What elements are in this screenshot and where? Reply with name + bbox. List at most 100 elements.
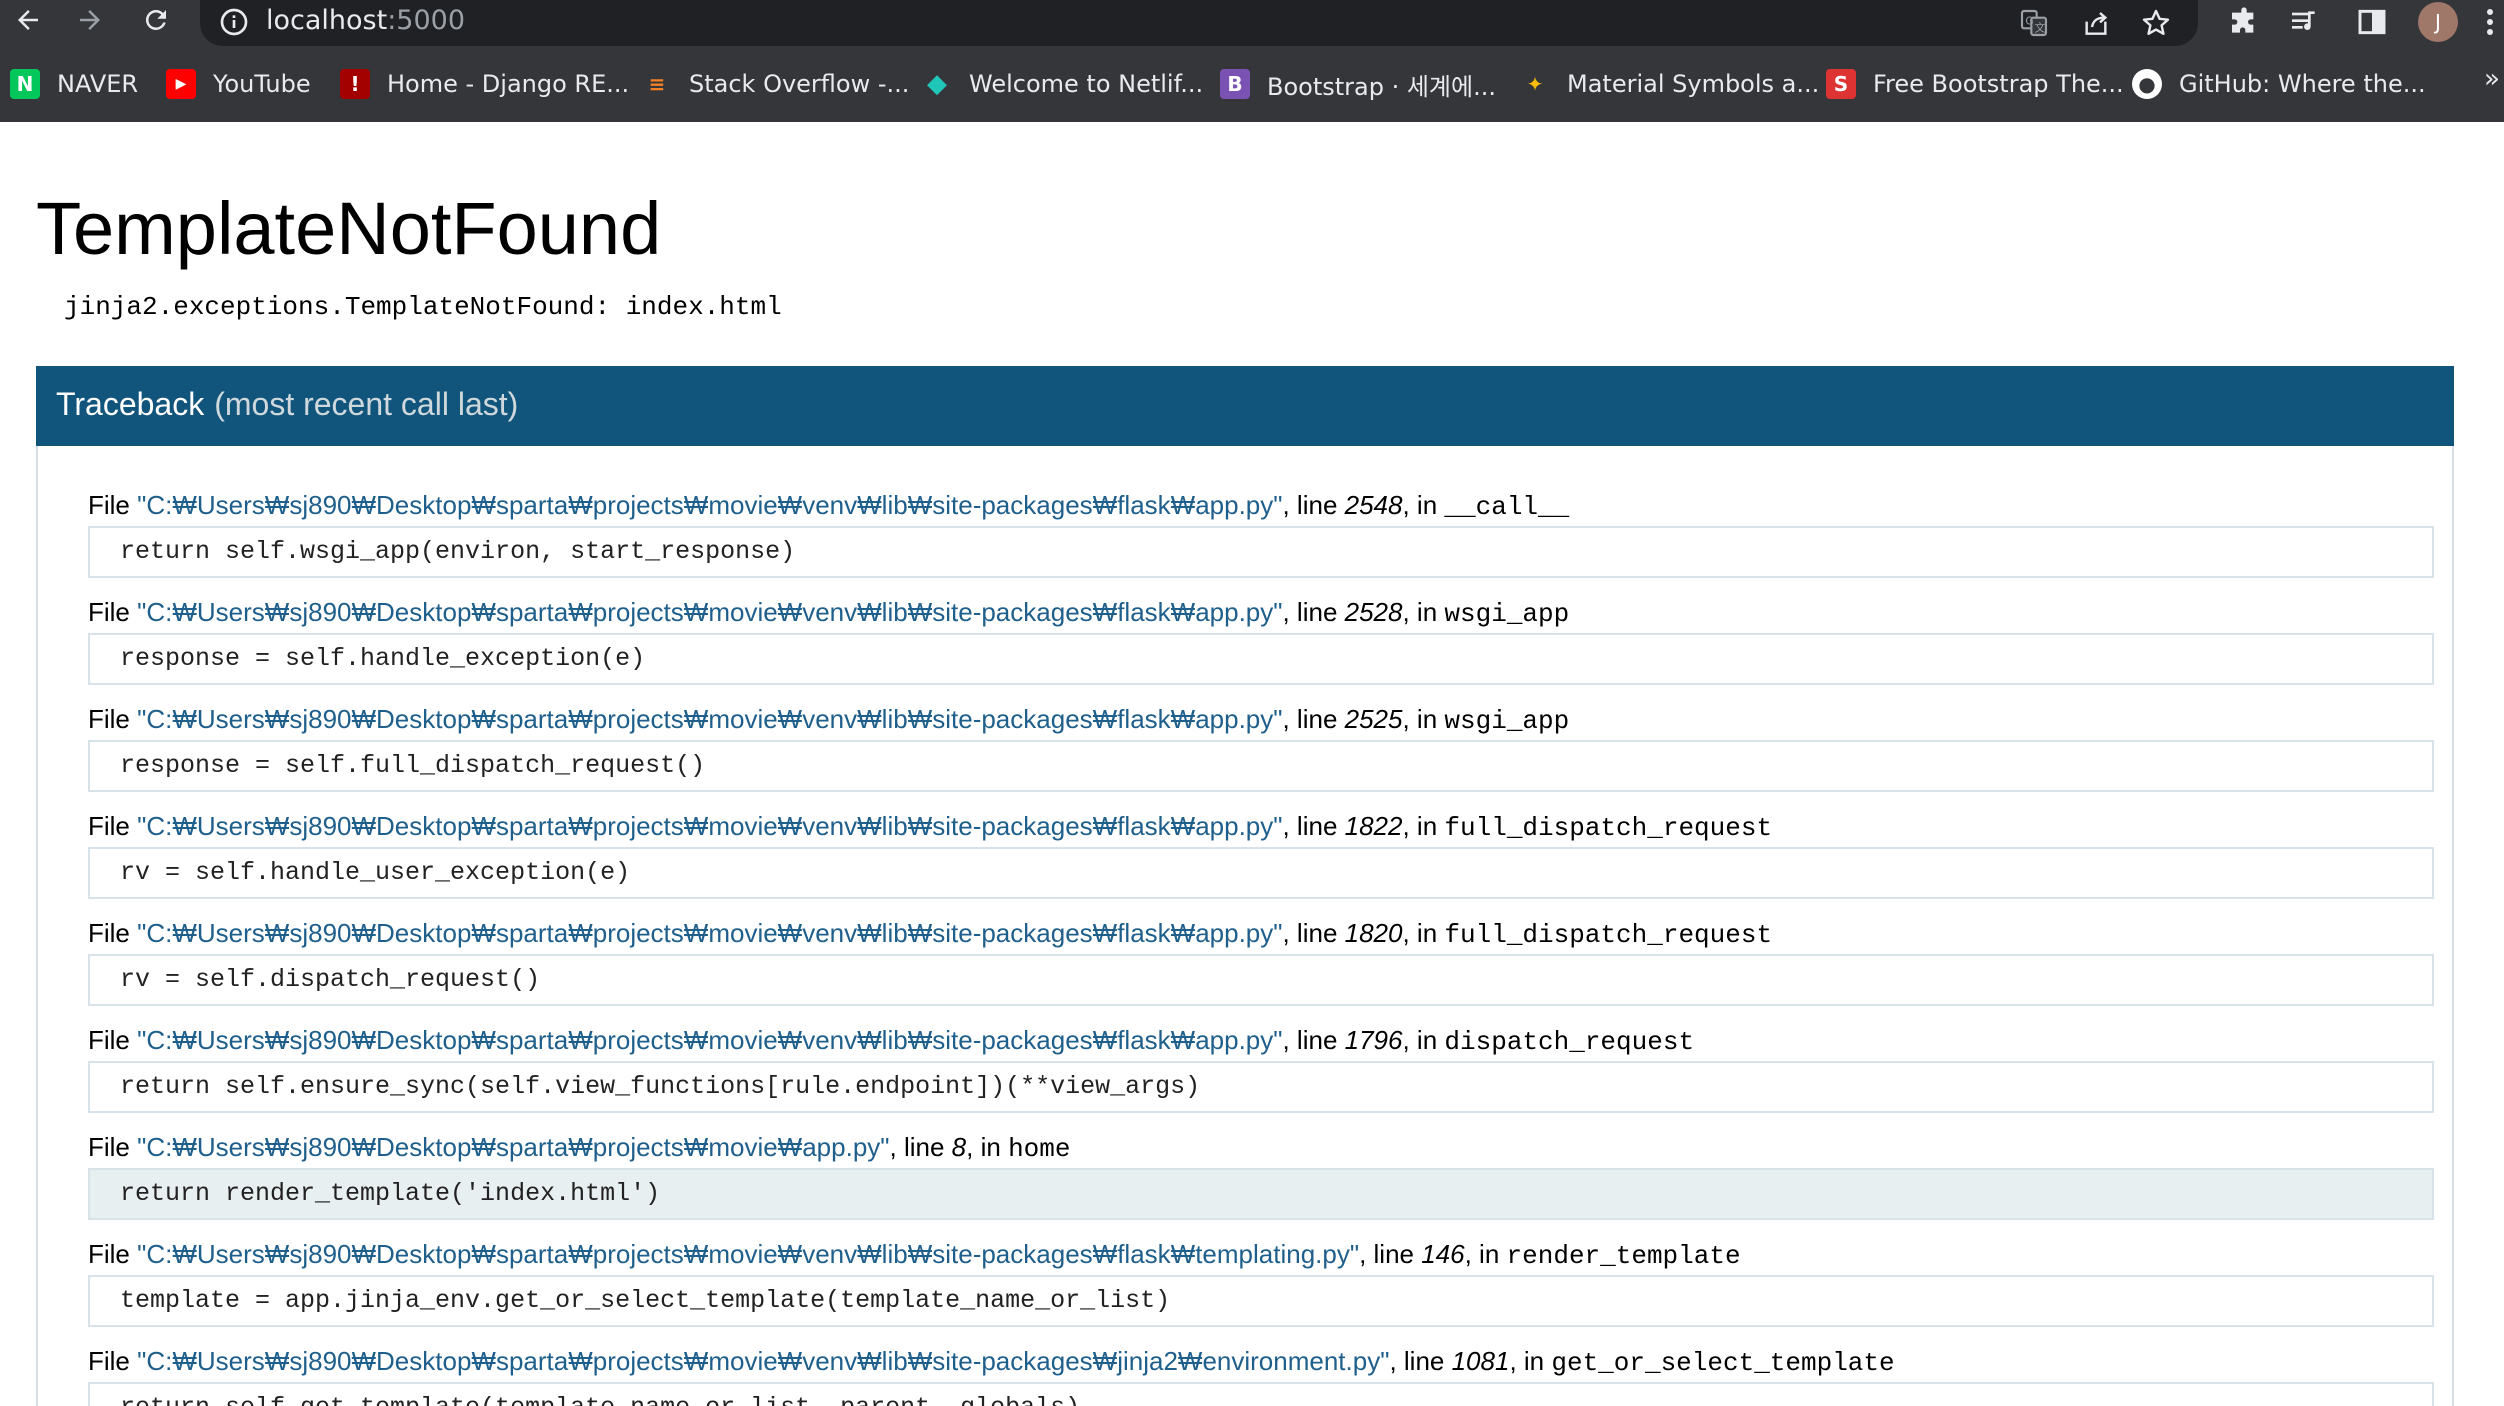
traceback-frame: File "C:₩Users₩sj890₩Desktop₩sparta₩proj… — [88, 484, 2434, 578]
frame-in-prefix: , in — [1402, 597, 1445, 627]
extensions-button[interactable] — [2222, 2, 2266, 42]
more-bookmarks-chevron[interactable]: » — [2484, 64, 2500, 94]
frame-file-path: "C:₩Users₩sj890₩Desktop₩sparta₩projects₩… — [137, 490, 1283, 520]
youtube-icon: ▶ — [166, 69, 196, 99]
bookmark-label: NAVER — [57, 70, 139, 98]
frame-file-path: "C:₩Users₩sj890₩Desktop₩sparta₩projects₩… — [137, 1346, 1390, 1376]
frame-location: File "C:₩Users₩sj890₩Desktop₩sparta₩proj… — [88, 1340, 2434, 1382]
puzzle-icon — [2232, 7, 2254, 33]
frame-line-prefix: , line — [1282, 811, 1345, 841]
share-button[interactable] — [2080, 4, 2112, 42]
frame-file-prefix: File — [88, 1346, 138, 1376]
traceback-heading: Traceback — [56, 386, 205, 422]
traceback-frame: File "C:₩Users₩sj890₩Desktop₩sparta₩proj… — [88, 591, 2434, 685]
frame-in-prefix: , in — [966, 1132, 1009, 1162]
frame-code-line[interactable]: return self.wsgi_app(environ, start_resp… — [88, 526, 2434, 578]
frame-file-path: "C:₩Users₩sj890₩Desktop₩sparta₩projects₩… — [137, 1239, 1360, 1269]
traceback-frame: File "C:₩Users₩sj890₩Desktop₩sparta₩proj… — [88, 1019, 2434, 1113]
frame-file-prefix: File — [88, 704, 138, 734]
frame-line-number: 2528 — [1344, 597, 1403, 627]
translate-icon: G文 — [2020, 9, 2048, 37]
frame-line-prefix: , line — [1282, 1025, 1345, 1055]
netlify-icon: ◆ — [927, 69, 947, 99]
frame-function-name: wsgi_app — [1444, 706, 1570, 736]
frame-in-prefix: , in — [1402, 811, 1445, 841]
frame-code-line[interactable]: rv = self.dispatch_request() — [88, 954, 2434, 1006]
traceback-frame: File "C:₩Users₩sj890₩Desktop₩sparta₩proj… — [88, 1233, 2434, 1327]
bookmark-label: Bootstrap · 세계에... — [1267, 72, 1496, 101]
bookmark-naver[interactable]: N NAVER — [10, 62, 138, 106]
frame-location: File "C:₩Users₩sj890₩Desktop₩sparta₩proj… — [88, 805, 2434, 847]
frame-code-line[interactable]: response = self.handle_exception(e) — [88, 633, 2434, 685]
frame-line-number: 1081 — [1451, 1346, 1510, 1376]
frame-code-line[interactable]: rv = self.handle_user_exception(e) — [88, 847, 2434, 899]
frame-line-number: 8 — [951, 1132, 967, 1162]
bookmark-material-symbols[interactable]: ✦ Material Symbols a... — [1520, 62, 1820, 106]
bookmark-star-button[interactable] — [2140, 4, 2172, 42]
menu-kebab-icon[interactable] — [2480, 4, 2500, 40]
forward-button[interactable] — [68, 0, 112, 40]
reading-list-icon — [2292, 11, 2315, 30]
traceback-frame: File "C:₩Users₩sj890₩Desktop₩sparta₩proj… — [88, 805, 2434, 899]
bookmark-startbootstrap[interactable]: S Free Bootstrap The... — [1826, 62, 2124, 106]
stackoverflow-icon: ≡ — [648, 72, 666, 96]
frame-file-prefix: File — [88, 1239, 138, 1269]
frame-in-prefix: , in — [1464, 1239, 1507, 1269]
address-bar[interactable]: localhost:5000 G文 — [200, 0, 2198, 46]
bookmark-youtube[interactable]: ▶ YouTube — [166, 62, 311, 106]
frame-code-line[interactable]: return self.get_template(template_name_o… — [88, 1382, 2434, 1406]
material-icon: ✦ — [1526, 72, 1544, 96]
frame-line-prefix: , line — [1389, 1346, 1452, 1376]
bookmark-netlify[interactable]: ◆ Welcome to Netlif... — [922, 62, 1203, 106]
reload-button[interactable] — [134, 0, 178, 40]
frame-file-path: "C:₩Users₩sj890₩Desktop₩sparta₩projects₩… — [137, 1025, 1283, 1055]
bootstrap-icon: B — [1220, 69, 1250, 99]
bookmark-django[interactable]: ! Home - Django RE... — [340, 62, 629, 106]
frame-line-prefix: , line — [1282, 597, 1345, 627]
frame-line-number: 2548 — [1344, 490, 1403, 520]
profile-avatar[interactable]: J — [2418, 2, 2458, 42]
bookmark-label: Home - Django RE... — [387, 70, 630, 98]
frame-code-line-current[interactable]: return render_template('index.html') — [88, 1168, 2434, 1220]
svg-text:G: G — [2025, 14, 2033, 27]
frame-file-path: "C:₩Users₩sj890₩Desktop₩sparta₩projects₩… — [137, 704, 1283, 734]
bookmarks-bar: N NAVER ▶ YouTube ! Home - Django RE... … — [0, 62, 2504, 106]
bookmark-github[interactable]: ● GitHub: Where the... — [2132, 62, 2426, 106]
browser-toolbar: localhost:5000 G文 J — [0, 0, 2504, 46]
frame-line-prefix: , line — [1282, 490, 1345, 520]
error-message: jinja2.exceptions.TemplateNotFound: inde… — [64, 292, 782, 322]
frame-code-line[interactable]: response = self.full_dispatch_request() — [88, 740, 2434, 792]
side-panel-icon — [2358, 9, 2386, 35]
naver-icon: N — [10, 69, 40, 99]
frame-code-line[interactable]: template = app.jinja_env.get_or_select_t… — [88, 1275, 2434, 1327]
bookmark-stackoverflow[interactable]: ≡ Stack Overflow -... — [642, 62, 910, 106]
frame-code-line[interactable]: return self.ensure_sync(self.view_functi… — [88, 1061, 2434, 1113]
svg-text:文: 文 — [2035, 22, 2046, 35]
arrow-left-icon — [18, 10, 38, 30]
bookmark-label: Welcome to Netlif... — [969, 70, 1204, 98]
reading-list-button[interactable] — [2282, 2, 2326, 42]
frame-line-prefix: , line — [1359, 1239, 1422, 1269]
browser-chrome: localhost:5000 G文 J N NAVER ▶ YouTube ! … — [0, 0, 2504, 122]
bookmark-label: GitHub: Where the... — [2179, 70, 2426, 98]
frame-location: File "C:₩Users₩sj890₩Desktop₩sparta₩proj… — [88, 698, 2434, 740]
frame-file-prefix: File — [88, 490, 138, 520]
page-title: TemplateNotFound — [36, 187, 662, 270]
frame-file-prefix: File — [88, 597, 138, 627]
frame-in-prefix: , in — [1402, 918, 1445, 948]
reload-icon — [145, 9, 166, 30]
frame-file-prefix: File — [88, 918, 138, 948]
frame-line-number: 2525 — [1344, 704, 1403, 734]
back-button[interactable] — [6, 0, 50, 40]
frame-line-number: 1820 — [1344, 918, 1403, 948]
side-panel-button[interactable] — [2350, 2, 2394, 42]
github-icon: ● — [2132, 69, 2162, 99]
frame-line-prefix: , line — [889, 1132, 952, 1162]
translate-button[interactable]: G文 — [2018, 4, 2050, 42]
url-text[interactable]: localhost:5000 — [266, 2, 465, 40]
frame-location: File "C:₩Users₩sj890₩Desktop₩sparta₩proj… — [88, 1126, 2434, 1168]
info-icon[interactable] — [218, 6, 250, 38]
frame-file-prefix: File — [88, 811, 138, 841]
bookmark-bootstrap[interactable]: B Bootstrap · 세계에... — [1220, 62, 1496, 106]
traceback-header[interactable]: Traceback (most recent call last) — [36, 366, 2454, 446]
